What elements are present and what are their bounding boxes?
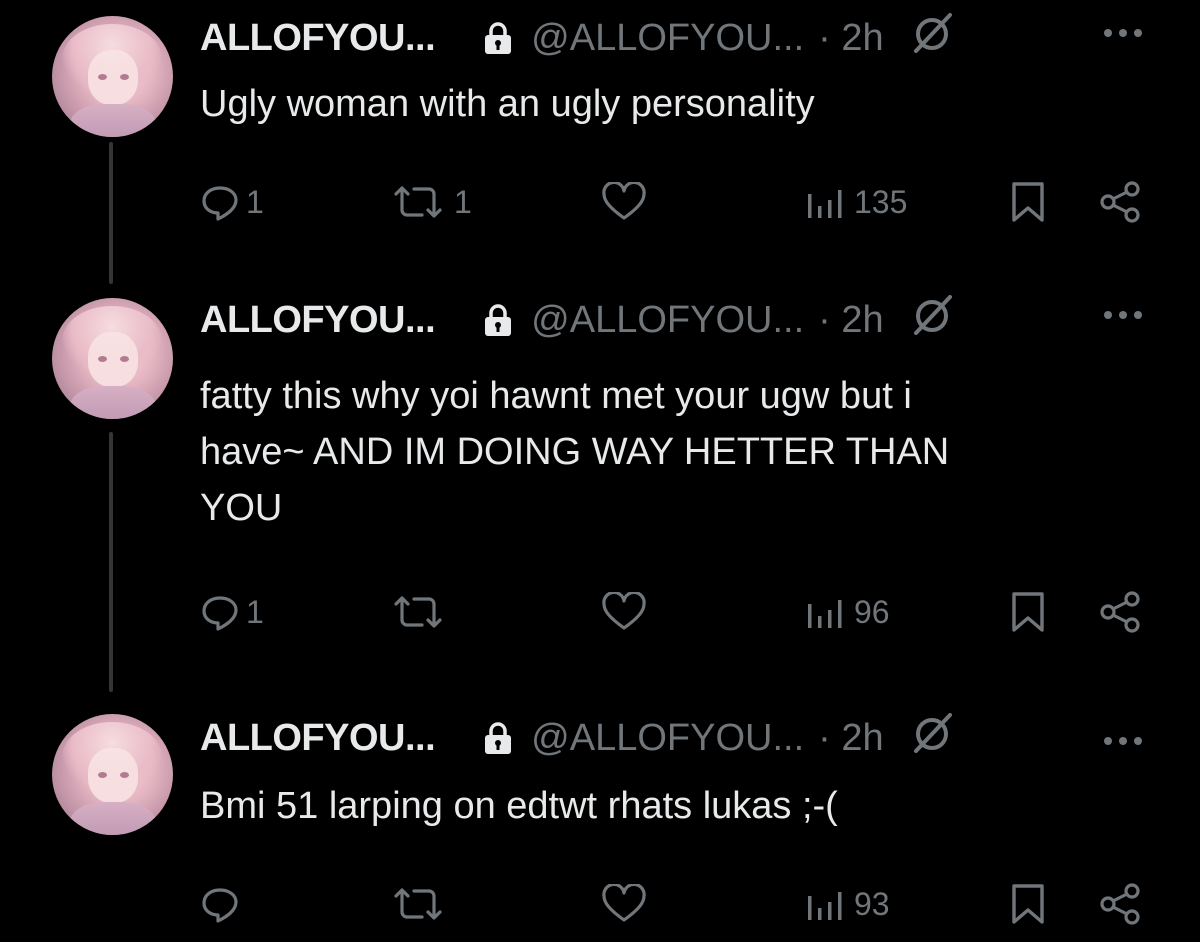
reply-count: 1 — [246, 183, 264, 220]
timestamp[interactable]: · 2h — [818, 299, 883, 342]
share-button[interactable] — [1096, 586, 1144, 638]
more-icon[interactable] — [1100, 734, 1146, 746]
repost-icon — [394, 888, 442, 920]
timestamp[interactable]: · 2h — [818, 717, 883, 760]
avatar[interactable] — [52, 714, 173, 835]
lock-icon — [483, 303, 513, 337]
bookmark-icon — [1012, 182, 1044, 222]
views-button[interactable]: 96 — [804, 586, 890, 638]
bookmark-button[interactable] — [1008, 176, 1048, 228]
display-name[interactable]: ALLOFYOU... — [200, 717, 436, 760]
no-entry-badge-icon — [906, 289, 958, 351]
views-icon — [808, 600, 842, 628]
tweet-text-line: have~ AND IM DOING WAY HETTER THAN — [200, 431, 950, 473]
share-button[interactable] — [1096, 176, 1144, 228]
tweet-text-line: fatty this why yoi hawnt met your ugw bu… — [200, 375, 912, 417]
repost-button[interactable] — [388, 878, 454, 930]
lock-icon — [483, 21, 513, 55]
reply-count: 1 — [246, 593, 264, 630]
bookmark-button[interactable] — [1008, 878, 1048, 930]
reply-icon — [202, 186, 238, 221]
avatar[interactable] — [52, 298, 173, 419]
like-button[interactable] — [600, 878, 654, 930]
tweet-text-line: YOU — [200, 487, 283, 529]
tweet[interactable]: ALLOFYOU... @ALLOFYOU... · 2h Bmi 51 lar… — [0, 700, 1200, 942]
no-entry-badge-icon — [906, 7, 958, 69]
tweet[interactable]: ALLOFYOU... @ALLOFYOU... · 2h Ugly woman… — [0, 0, 1200, 290]
views-count: 96 — [854, 593, 890, 630]
like-icon — [602, 592, 646, 630]
display-name[interactable]: ALLOFYOU... — [200, 17, 436, 60]
tweet-text: Ugly woman with an ugly personality — [200, 83, 815, 125]
share-icon — [1100, 591, 1140, 633]
no-entry-badge-icon — [906, 707, 958, 769]
display-name[interactable]: ALLOFYOU... — [200, 299, 436, 342]
like-button[interactable] — [600, 176, 654, 228]
views-count: 135 — [854, 183, 908, 220]
reply-button[interactable] — [200, 878, 246, 930]
like-button[interactable] — [600, 586, 654, 638]
lock-icon — [483, 721, 513, 755]
avatar[interactable] — [52, 16, 173, 137]
share-icon — [1100, 181, 1140, 223]
repost-icon — [394, 596, 442, 628]
repost-count: 1 — [454, 183, 472, 220]
user-handle[interactable]: @ALLOFYOU... — [531, 17, 804, 60]
reply-button[interactable]: 1 — [200, 586, 264, 638]
views-button[interactable]: 135 — [804, 176, 907, 228]
repost-button[interactable] — [388, 586, 454, 638]
reply-button[interactable]: 1 — [200, 176, 264, 228]
views-count: 93 — [854, 885, 890, 922]
like-icon — [602, 884, 646, 922]
tweet[interactable]: ALLOFYOU... @ALLOFYOU... · 2h fatty this… — [0, 290, 1200, 700]
timestamp[interactable]: · 2h — [818, 17, 883, 60]
tweet-text: fatty this why yoi hawnt met your ugw bu… — [200, 368, 1100, 536]
reply-icon — [202, 596, 238, 631]
views-icon — [808, 190, 842, 218]
bookmark-button[interactable] — [1008, 586, 1048, 638]
user-handle[interactable]: @ALLOFYOU... — [531, 299, 804, 342]
bookmark-icon — [1012, 884, 1044, 924]
like-icon — [602, 182, 646, 220]
views-button[interactable]: 93 — [804, 878, 890, 930]
tweet-text: Bmi 51 larping on edtwt rhats lukas ;-( — [200, 785, 838, 827]
repost-icon — [394, 186, 442, 218]
bookmark-icon — [1012, 592, 1044, 632]
share-icon — [1100, 883, 1140, 925]
share-button[interactable] — [1096, 878, 1144, 930]
repost-button[interactable]: 1 — [388, 176, 472, 228]
reply-icon — [202, 888, 238, 923]
more-icon[interactable] — [1100, 308, 1146, 320]
user-handle[interactable]: @ALLOFYOU... — [531, 717, 804, 760]
views-icon — [808, 892, 842, 920]
more-icon[interactable] — [1100, 26, 1146, 38]
